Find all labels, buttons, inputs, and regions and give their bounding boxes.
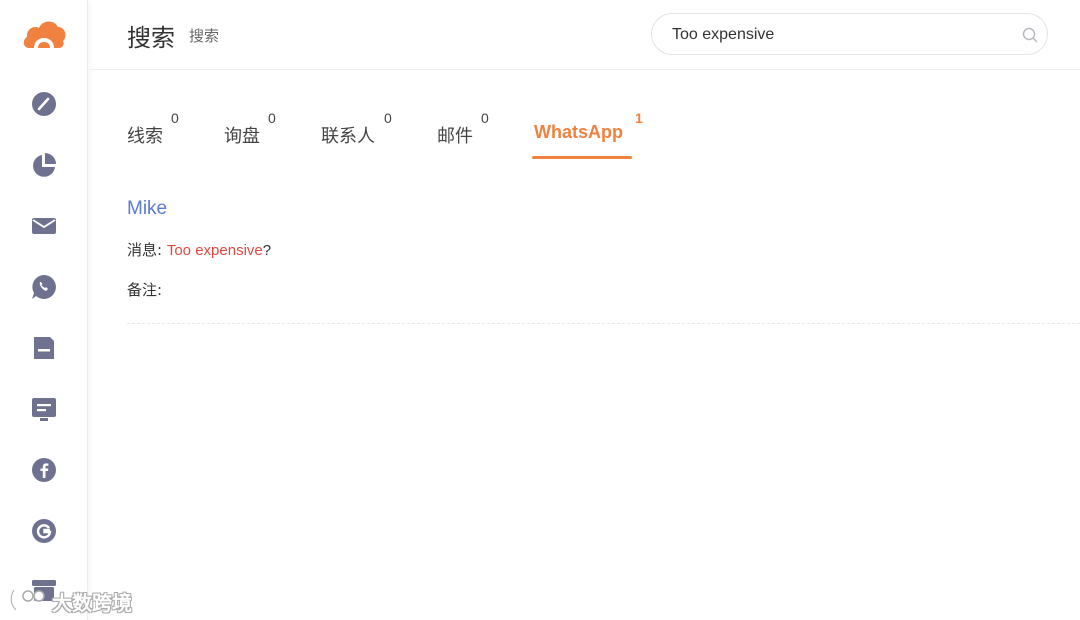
dashboard-icon[interactable] [30, 90, 58, 118]
document-icon[interactable] [30, 334, 58, 362]
tab-count-badge: 0 [268, 110, 276, 126]
facebook-icon[interactable] [30, 456, 58, 484]
tab-label: WhatsApp [534, 122, 623, 142]
message-line: 消息: Too expensive? [127, 239, 271, 260]
sidebar [0, 0, 88, 620]
note-line: 备注: [127, 279, 162, 300]
search-box[interactable] [651, 13, 1048, 55]
tab-label: 线索 [127, 126, 163, 147]
message-label: 消息: [127, 241, 163, 259]
tab-count-badge: 0 [384, 110, 392, 126]
cloud-logo[interactable] [21, 14, 67, 54]
mail-icon[interactable] [30, 212, 58, 240]
tab-label: 询盘 [224, 126, 260, 147]
message-board-icon[interactable] [30, 395, 58, 423]
google-icon[interactable] [30, 517, 58, 545]
list-item: Mike 消息: Too expensive? 备注: [127, 196, 1080, 324]
search-input[interactable] [672, 24, 1012, 46]
tab-count-badge: 0 [171, 110, 179, 126]
watermark-text: 大数跨境 [52, 591, 132, 615]
breadcrumb: 搜索 [189, 27, 220, 45]
note-label: 备注: [127, 281, 163, 299]
search-match-highlight: Too expensive [166, 242, 263, 259]
page-title: 搜索 [127, 24, 175, 52]
contact-name-link[interactable]: Mike [127, 198, 167, 220]
whatsapp-icon[interactable] [30, 273, 58, 301]
page-header: 搜索 搜索 [89, 0, 1080, 70]
watermark: 大数跨境 [8, 582, 148, 616]
tab-count-badge: 1 [635, 110, 643, 126]
active-tab-indicator [532, 156, 632, 159]
watermark-logo-icon [9, 589, 45, 612]
tab-count-badge: 0 [481, 110, 489, 126]
tab-label: 邮件 [437, 126, 473, 147]
message-suffix: ? [262, 242, 272, 259]
search-icon[interactable] [1021, 26, 1039, 44]
tab-label: 联系人 [321, 126, 375, 147]
pie-chart-icon[interactable] [30, 151, 58, 179]
